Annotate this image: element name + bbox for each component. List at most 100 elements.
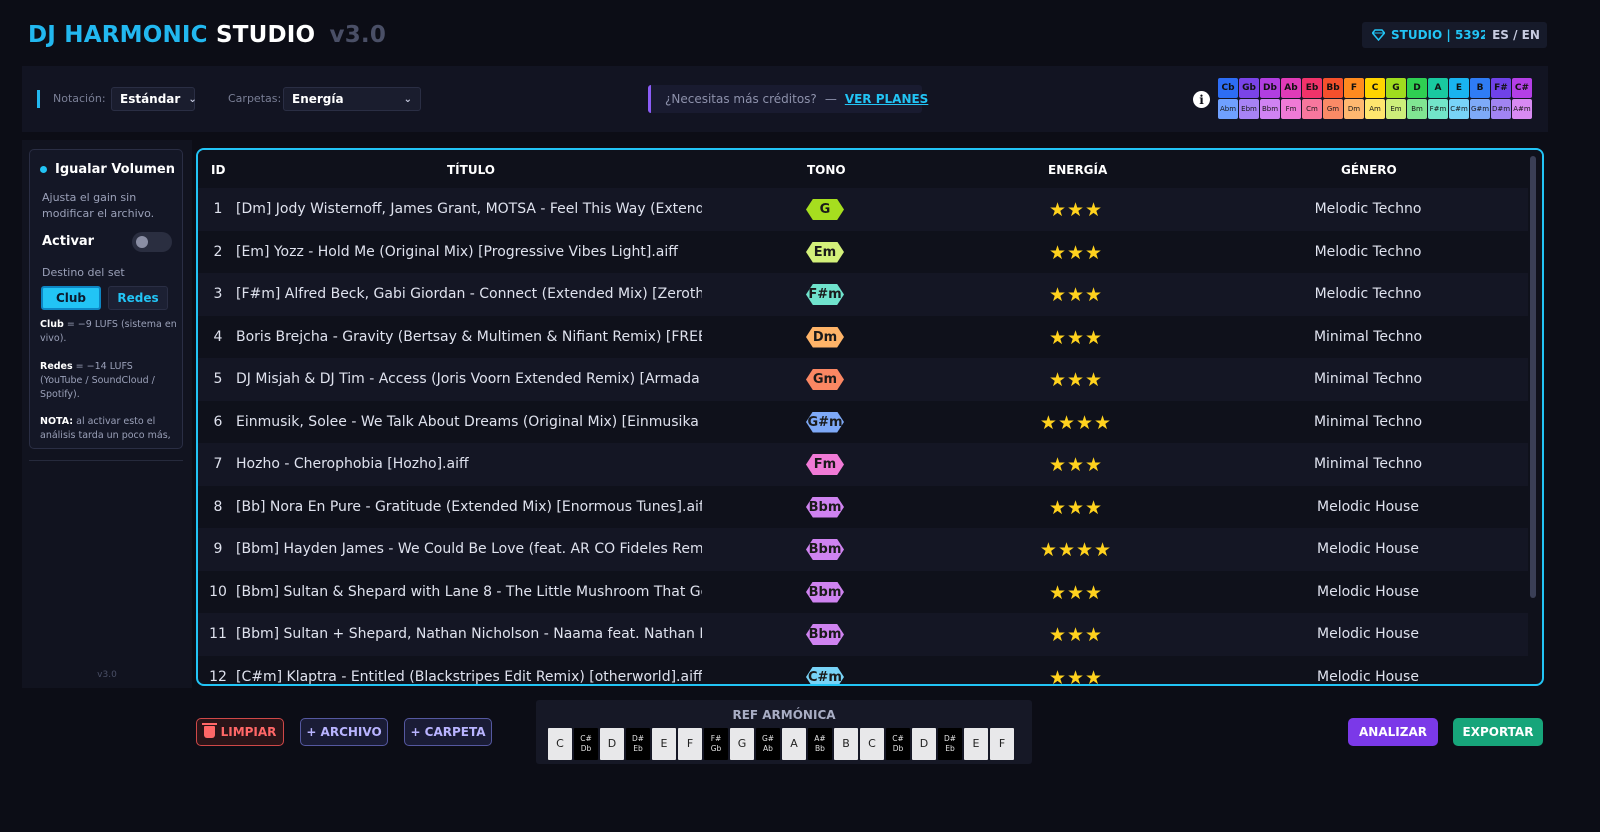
piano-white-key: D <box>912 728 936 760</box>
key-label: F# Gb <box>710 734 722 753</box>
row-title: Hozho - Cherophobia [Hozho].aiff <box>236 456 469 472</box>
row-title: DJ Misjah & DJ Tim - Access (Joris Voorn… <box>236 371 702 387</box>
camelot-key: Gb Ebm <box>1239 78 1259 119</box>
row-id: 12 <box>209 668 227 685</box>
add-folder-button[interactable]: + CARPETA <box>404 718 492 746</box>
table-row[interactable]: 5 DJ Misjah & DJ Tim - Access (Joris Voor… <box>198 358 1528 401</box>
row-title: Boris Brejcha - Gravity (Bertsay & Multi… <box>236 328 702 345</box>
table-row[interactable]: 2 [Em] Yozz - Hold Me (Original Mix) [Pro… <box>198 231 1528 274</box>
camelot-minor-key: Ebm <box>1239 99 1259 119</box>
table-row[interactable]: 1 [Dm] Jody Wisternoff, James Grant, MOTS… <box>198 188 1528 231</box>
header-genre[interactable]: GÉNERO <box>1341 163 1397 177</box>
camelot-minor-key: Abm <box>1218 99 1238 119</box>
row-genre: Melodic House <box>1317 498 1419 515</box>
volume-match-desc: Ajusta el gain sin modificar el archivo. <box>42 191 155 220</box>
table-row[interactable]: 9 [Bbm] Hayden James - We Could Be Love (… <box>198 528 1528 571</box>
piano-white-key: C <box>860 728 884 760</box>
table-row[interactable]: 10 [Bbm] Sultan & Shepard with Lane 8 - T… <box>198 571 1528 614</box>
key-badge: Em <box>806 241 844 263</box>
camelot-minor-key: Bbm <box>1260 99 1280 119</box>
piano-black-key: D# Eb <box>626 728 650 760</box>
camelot-wheel-legend: Cb Abm Gb Ebm Db Bbm Ab Fm Eb Cm Bb Gm F Dm C Am G Em D Bm A… <box>1218 78 1532 119</box>
header-title[interactable]: TÍTULO <box>447 163 495 177</box>
toolbar: Notación: Estándar ⌄ Carpetas: Energía ⌄… <box>22 66 1548 132</box>
key-label: C# Db <box>892 734 904 753</box>
piano-white-key: F <box>678 728 702 760</box>
camelot-key: E C#m <box>1449 78 1469 119</box>
plan-badge[interactable]: STUDIO | 5392 <box>1362 22 1499 48</box>
camelot-major-key: E <box>1449 78 1469 98</box>
volume-match-title: Igualar Volumen <box>40 162 175 177</box>
key-badge: Bbm <box>806 624 844 645</box>
table-row[interactable]: 12 [C#m] Klaptra - Entitled (Blackstripes… <box>198 656 1528 686</box>
credits-text: ¿Necesitas más créditos? <box>665 92 817 106</box>
table-row[interactable]: 8 [Bb] Nora En Pure - Gratitude (Extended… <box>198 486 1528 529</box>
key-badge: C#m <box>806 666 844 684</box>
header-key[interactable]: TONO <box>807 163 846 177</box>
camelot-key: Cb Abm <box>1218 78 1238 119</box>
key-label: G# Ab <box>761 734 775 753</box>
clear-button[interactable]: LIMPIAR <box>196 718 284 746</box>
row-id: 9 <box>213 541 223 557</box>
camelot-major-key: A <box>1428 78 1448 98</box>
view-plans-link[interactable]: VER PLANES <box>845 92 929 106</box>
energy-stars: ★★★ <box>1048 326 1104 349</box>
club-button[interactable]: Club <box>41 286 101 310</box>
folders-select[interactable]: Energía ⌄ <box>283 87 421 111</box>
folders-value: Energía <box>292 92 344 106</box>
folders-label: Carpetas: <box>228 92 282 105</box>
table-row[interactable]: 4 Boris Brejcha - Gravity (Bertsay & Mult… <box>198 316 1528 359</box>
key-badge: Fm <box>806 454 844 475</box>
table-row[interactable]: 6 Einmusik, Solee - We Talk About Dreams … <box>198 401 1528 444</box>
redes-button[interactable]: Redes <box>108 286 168 310</box>
camelot-minor-key: D#m <box>1491 99 1511 119</box>
energy-stars: ★★★★ <box>1039 411 1113 434</box>
camelot-minor-key: Fm <box>1281 99 1301 119</box>
piano-white-key: G <box>730 728 754 760</box>
row-title: [Bb] Nora En Pure - Gratitude (Extended … <box>236 498 702 515</box>
header-energy[interactable]: ENERGÍA <box>1048 163 1107 177</box>
camelot-key: C# A#m <box>1512 78 1532 119</box>
camelot-major-key: Db <box>1260 78 1280 98</box>
camelot-key: F Dm <box>1344 78 1364 119</box>
camelot-major-key: C# <box>1512 78 1532 98</box>
energy-stars: ★★★ <box>1048 284 1104 306</box>
piano-keys: C C# Db D D# Eb E F F# Gb G G# Ab A A# Bb B C C# Db D D# Eb E F <box>548 728 1014 760</box>
camelot-minor-key: Bm <box>1407 99 1427 119</box>
notation-select[interactable]: Estándar ⌄ <box>111 87 197 111</box>
camelot-major-key: B <box>1470 78 1490 98</box>
piano-black-key: D# Eb <box>938 728 962 760</box>
piano-black-key: C# Db <box>886 728 910 760</box>
table-row[interactable]: 3 [F#m] Alfred Beck, Gabi Giordan - Conne… <box>198 273 1528 316</box>
energy-stars: ★★★ <box>1048 666 1104 686</box>
piano-white-key: C <box>548 728 572 760</box>
row-id: 10 <box>209 583 227 600</box>
harmonic-reference: REF ARMÓNICA C C# Db D D# Eb E F F# Gb G G# Ab A A# Bb B… <box>536 700 1032 764</box>
key-badge: Dm <box>806 326 844 348</box>
info-icon[interactable]: i <box>1193 91 1210 108</box>
camelot-major-key: C <box>1365 78 1385 98</box>
activate-toggle[interactable] <box>132 232 172 252</box>
camelot-key: F# D#m <box>1491 78 1511 119</box>
analyze-button[interactable]: ANALIZAR <box>1348 718 1438 746</box>
status-dot-icon <box>40 166 47 173</box>
piano-black-key: C# Db <box>574 728 598 760</box>
camelot-minor-key: G#m <box>1470 99 1490 119</box>
volume-match-title-text: Igualar Volumen <box>55 162 175 177</box>
row-id: 11 <box>209 626 227 642</box>
row-genre: Melodic House <box>1317 626 1419 642</box>
table-row[interactable]: 7 Hozho - Cherophobia [Hozho].aiff Fm ★★★ Mi… <box>198 443 1528 486</box>
camelot-key: Db Bbm <box>1260 78 1280 119</box>
export-button[interactable]: EXPORTAR <box>1453 718 1543 746</box>
table-scrollbar[interactable] <box>1530 156 1536 598</box>
row-genre: Melodic Techno <box>1314 201 1422 217</box>
header-id[interactable]: ID <box>211 163 225 177</box>
notation-value: Estándar <box>120 92 181 106</box>
energy-stars: ★★★ <box>1048 496 1104 519</box>
table-row[interactable]: 11 [Bbm] Sultan + Shepard, Nathan Nichols… <box>198 613 1528 656</box>
language-toggle[interactable]: ES / EN <box>1485 22 1547 48</box>
nota-note-bold: NOTA: <box>40 416 74 427</box>
piano-white-key: B <box>834 728 858 760</box>
row-id: 3 <box>213 286 223 302</box>
add-file-button[interactable]: + ARCHIVO <box>300 718 388 746</box>
